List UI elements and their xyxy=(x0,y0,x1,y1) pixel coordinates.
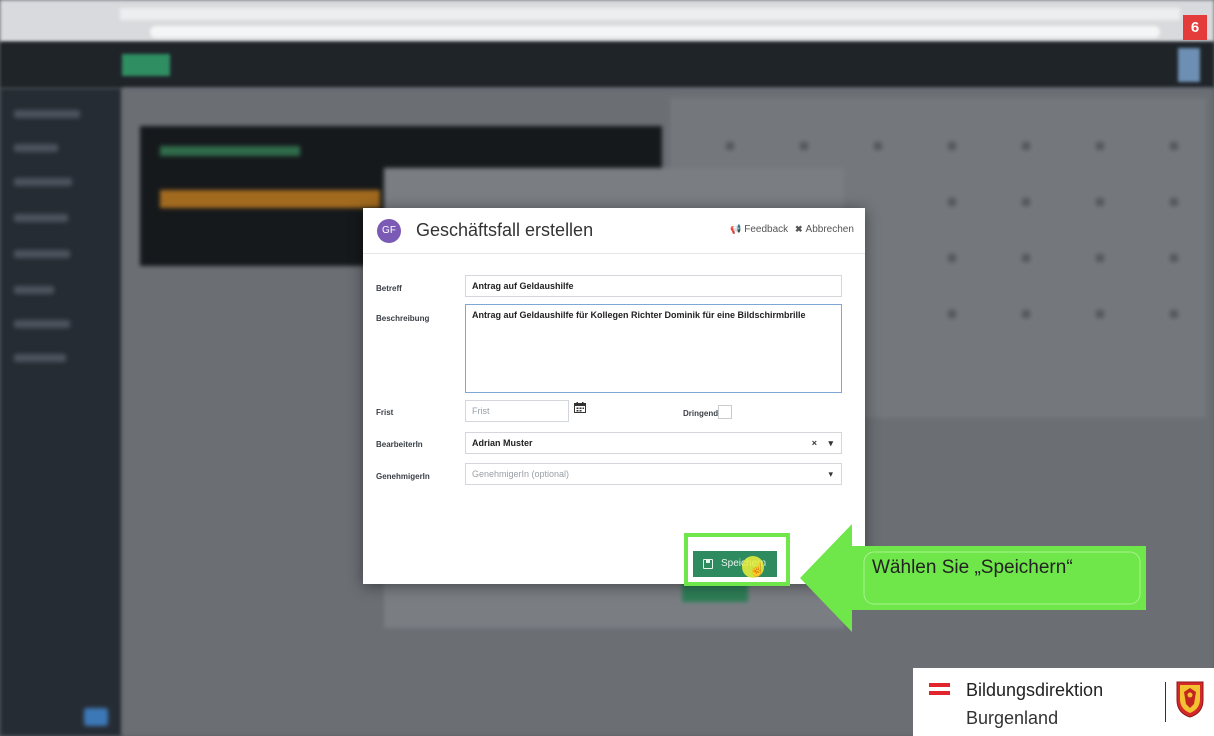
calendar-cell xyxy=(1096,198,1104,206)
case-avatar: GF xyxy=(377,219,401,243)
create-case-dialog: GF Geschäftsfall erstellen 📢 Feedback ✖ Ab… xyxy=(363,208,865,584)
deadline-input[interactable]: Frist xyxy=(465,400,569,422)
calendar-cell xyxy=(1096,254,1104,262)
app-nav-new-button xyxy=(122,54,170,76)
sidebar-row xyxy=(14,286,54,294)
subject-label: Betreff xyxy=(376,284,402,293)
app-top-navbar xyxy=(0,42,1214,88)
calendar-cell xyxy=(1170,198,1178,206)
urgent-checkbox[interactable] xyxy=(718,405,732,419)
tutorial-instruction: Wählen Sie „Speichern“ xyxy=(872,557,1073,578)
sidebar-row xyxy=(14,214,68,222)
calendar-cell xyxy=(1022,310,1030,318)
urgent-label: Dringend xyxy=(683,409,719,418)
sidebar-row xyxy=(14,320,70,328)
calendar-cell xyxy=(1022,254,1030,262)
megaphone-icon: 📢 xyxy=(730,224,742,234)
cancel-link[interactable]: ✖ Abbrechen xyxy=(795,222,854,237)
calendar-cell xyxy=(874,142,882,150)
approver-select[interactable]: GenehmigerIn (optional) ▾ xyxy=(465,463,842,485)
burgenland-crest-icon xyxy=(1176,681,1204,718)
assignee-value: Adrian Muster xyxy=(472,438,533,448)
save-button-highlight xyxy=(684,533,790,586)
cancel-label: Abbrechen xyxy=(805,224,854,235)
deadline-label: Frist xyxy=(376,408,394,417)
widget-line xyxy=(160,190,380,208)
hand-cursor-icon: ☝ xyxy=(749,562,766,577)
calendar-cell xyxy=(1170,254,1178,262)
subject-input[interactable]: Antrag auf Geldaushilfe xyxy=(465,275,842,297)
sidebar-collapse-button xyxy=(84,708,108,726)
approver-placeholder: GenehmigerIn (optional) xyxy=(472,469,570,479)
calendar-cell xyxy=(1022,142,1030,150)
calendar-cell xyxy=(726,142,734,150)
app-sidebar xyxy=(0,88,122,736)
browser-chrome xyxy=(0,0,1214,42)
sidebar-row xyxy=(14,178,72,186)
sidebar-row xyxy=(14,354,66,362)
calendar-cell xyxy=(1096,310,1104,318)
calendar-cell xyxy=(948,254,956,262)
app-user-menu xyxy=(1178,48,1200,82)
description-textarea[interactable]: Antrag auf Geldaushilfe für Kollegen Ric… xyxy=(465,304,842,393)
assignee-label: BearbeiterIn xyxy=(376,440,423,449)
dialog-header: GF Geschäftsfall erstellen 📢 Feedback ✖ Ab… xyxy=(363,208,865,254)
widget-line xyxy=(160,146,300,156)
assignee-select[interactable]: Adrian Muster × ▾ xyxy=(465,432,842,454)
sidebar-row xyxy=(14,144,58,152)
chevron-down-icon[interactable]: ▾ xyxy=(828,433,833,453)
austria-flag-icon xyxy=(929,683,950,696)
dialog-title: Geschäftsfall erstellen xyxy=(416,220,594,240)
calendar-cell xyxy=(948,142,956,150)
calendar-cell xyxy=(1170,310,1178,318)
close-icon: ✖ xyxy=(795,224,803,234)
feedback-link[interactable]: 📢 Feedback xyxy=(730,222,788,237)
calendar-cell xyxy=(1096,142,1104,150)
sidebar-row xyxy=(14,250,70,258)
browser-address-bar xyxy=(150,26,1160,38)
feedback-label: Feedback xyxy=(744,224,789,235)
sidebar-row xyxy=(14,110,80,118)
logo-divider xyxy=(1165,682,1166,722)
calendar-cell xyxy=(948,310,956,318)
approver-label: GenehmigerIn xyxy=(376,472,430,481)
calendar-cell xyxy=(1170,142,1178,150)
organization-name: Bildungsdirektion xyxy=(966,680,1104,700)
clear-icon[interactable]: × xyxy=(812,433,817,453)
calendar-icon[interactable] xyxy=(574,402,586,413)
description-label: Beschreibung xyxy=(376,314,430,323)
browser-tabstrip xyxy=(120,8,1180,20)
calendar-cell xyxy=(800,142,808,150)
calendar-cell xyxy=(948,198,956,206)
calendar-cell xyxy=(1022,198,1030,206)
chevron-down-icon[interactable]: ▾ xyxy=(828,464,833,484)
organization-logo: Bildungsdirektion Burgenland xyxy=(913,668,1214,736)
organization-region: Burgenland xyxy=(966,708,1059,728)
step-number-badge: 6 xyxy=(1183,15,1207,40)
